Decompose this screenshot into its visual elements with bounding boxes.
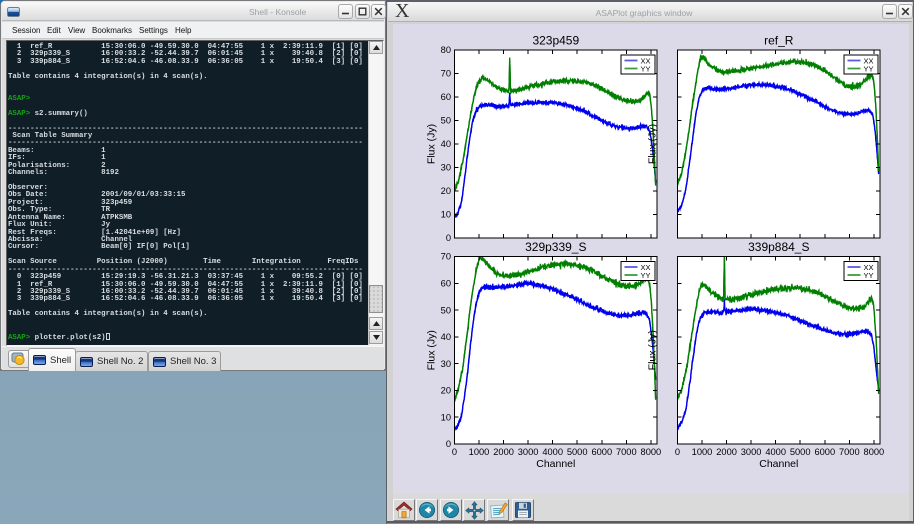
svg-text:4000: 4000 [765, 447, 786, 457]
svg-text:0: 0 [675, 447, 680, 457]
svg-text:ref_R: ref_R [764, 34, 794, 48]
svg-text:20: 20 [441, 186, 451, 196]
svg-text:60: 60 [441, 279, 451, 289]
svg-text:YY: YY [641, 271, 651, 280]
svg-text:80: 80 [441, 45, 451, 55]
svg-text:40: 40 [441, 139, 451, 149]
svg-text:20: 20 [441, 386, 451, 396]
svg-text:60: 60 [441, 92, 451, 102]
svg-text:2000: 2000 [716, 447, 737, 457]
svg-text:10: 10 [441, 210, 451, 220]
svg-text:6000: 6000 [591, 447, 612, 457]
svg-text:50: 50 [441, 116, 451, 126]
svg-text:Flux (Jy): Flux (Jy) [426, 124, 438, 164]
svg-text:5000: 5000 [790, 447, 811, 457]
svg-text:50: 50 [441, 305, 451, 315]
svg-text:YY: YY [864, 64, 874, 73]
svg-text:30: 30 [441, 163, 451, 173]
svg-text:3000: 3000 [518, 447, 539, 457]
svg-text:0: 0 [452, 447, 457, 457]
svg-text:40: 40 [441, 332, 451, 342]
svg-text:Channel: Channel [536, 458, 575, 470]
svg-text:1000: 1000 [469, 447, 490, 457]
svg-text:6000: 6000 [814, 447, 835, 457]
svg-text:3000: 3000 [741, 447, 762, 457]
svg-text:YY: YY [864, 271, 874, 280]
svg-text:4000: 4000 [542, 447, 563, 457]
svg-text:Channel: Channel [759, 458, 798, 470]
svg-text:7000: 7000 [839, 447, 860, 457]
svg-text:0: 0 [446, 439, 451, 449]
svg-text:Flux (Jy): Flux (Jy) [647, 124, 659, 164]
svg-text:7000: 7000 [616, 447, 637, 457]
svg-text:10: 10 [441, 412, 451, 422]
svg-text:30: 30 [441, 359, 451, 369]
svg-text:70: 70 [441, 252, 451, 262]
svg-text:5000: 5000 [567, 447, 588, 457]
svg-text:8000: 8000 [864, 447, 885, 457]
svg-text:Flux (Jy): Flux (Jy) [426, 330, 438, 370]
svg-text:0: 0 [446, 233, 451, 243]
svg-text:2000: 2000 [493, 447, 514, 457]
svg-text:323p459: 323p459 [532, 34, 579, 48]
svg-text:Flux (Jy): Flux (Jy) [647, 330, 659, 370]
svg-text:339p884_S: 339p884_S [748, 240, 809, 254]
svg-text:YY: YY [641, 64, 651, 73]
svg-text:8000: 8000 [641, 447, 662, 457]
svg-text:1000: 1000 [692, 447, 713, 457]
svg-text:70: 70 [441, 69, 451, 79]
svg-text:329p339_S: 329p339_S [525, 240, 586, 254]
